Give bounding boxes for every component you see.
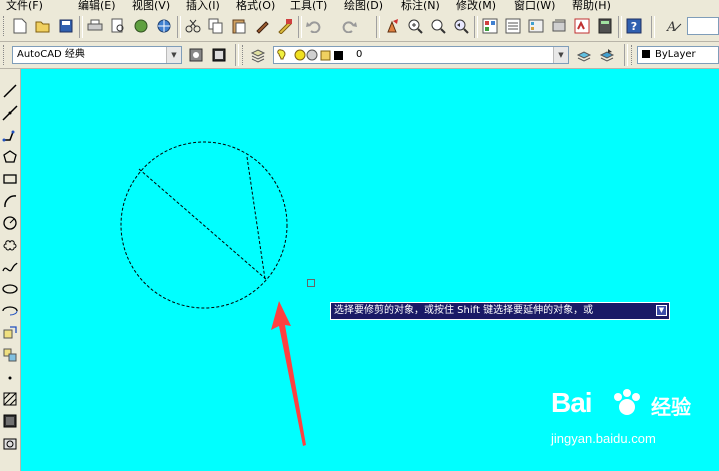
polyline-icon[interactable] <box>1 126 19 144</box>
dashed-chord[interactable] <box>138 168 268 281</box>
watermark-brand: Bai <box>551 387 593 418</box>
toolbar-grip[interactable] <box>242 45 246 65</box>
menu-draw[interactable]: 绘图(D) <box>344 0 383 12</box>
menu-tools[interactable]: 工具(T) <box>290 0 327 12</box>
spline-icon[interactable] <box>1 258 19 276</box>
menu-modify[interactable]: 修改(M) <box>456 0 496 12</box>
svg-text:A: A <box>666 20 676 34</box>
svg-text:?: ? <box>631 20 637 33</box>
baidu-watermark: Bai 经验 jingyan.baidu.com <box>551 387 719 457</box>
tool-palettes-icon[interactable] <box>526 16 546 36</box>
copy-icon[interactable] <box>206 16 226 36</box>
menu-bar: 文件(F) 编辑(E) 视图(V) 插入(I) 格式(O) 工具(T) 绘图(D… <box>0 0 719 12</box>
pickbox-cursor <box>307 279 315 287</box>
workspace-combo-value: AutoCAD 经典 <box>17 49 85 60</box>
hatch-icon[interactable] <box>1 390 19 408</box>
toolbar-grip[interactable] <box>3 45 7 65</box>
new-file-icon[interactable] <box>10 16 30 36</box>
design-center-icon[interactable] <box>503 16 523 36</box>
command-tooltip: 选择要修剪的对象，或按住 Shift 键选择要延伸的对象，或 ▼ <box>330 302 670 320</box>
text-style-icon[interactable]: A <box>664 16 684 36</box>
menu-view[interactable]: 视图(V) <box>132 0 170 12</box>
zoom-window-icon[interactable] <box>428 16 448 36</box>
paste-icon[interactable] <box>229 16 249 36</box>
insert-block-icon[interactable] <box>1 324 19 342</box>
command-tooltip-text: 选择要修剪的对象，或按住 Shift 键选择要延伸的对象，或 <box>334 305 594 316</box>
block-editor-icon[interactable] <box>275 16 295 36</box>
red-pointer-arrow <box>271 301 306 446</box>
layer-previous-icon[interactable] <box>597 45 617 65</box>
layers-toolbar: AutoCAD 经典 ▼ 0 ▼ ByLayer <box>0 42 719 69</box>
ellipse-arc-icon[interactable] <box>1 302 19 320</box>
menu-insert[interactable]: 插入(I) <box>186 0 220 12</box>
construction-line-icon[interactable] <box>1 104 19 122</box>
toolbar-grip[interactable] <box>631 45 635 65</box>
help-icon[interactable]: ? <box>624 16 644 36</box>
menu-file[interactable]: 文件(F) <box>6 0 43 12</box>
gradient-icon[interactable] <box>1 412 19 430</box>
point-icon[interactable] <box>1 368 19 386</box>
paw-logo-icon <box>614 389 640 415</box>
menu-edit[interactable]: 编辑(E) <box>78 0 116 12</box>
match-properties-icon[interactable] <box>252 16 272 36</box>
publish-icon[interactable] <box>131 16 151 36</box>
line-icon[interactable] <box>1 82 19 100</box>
print-icon[interactable] <box>85 16 105 36</box>
layer-combo[interactable]: 0 ▼ <box>273 46 569 64</box>
arc-icon[interactable] <box>1 192 19 210</box>
workspace-combo[interactable]: AutoCAD 经典 ▼ <box>12 46 182 64</box>
color-swatch <box>642 50 650 58</box>
make-object-layer-current-icon[interactable] <box>574 45 594 65</box>
sheet-set-icon[interactable] <box>549 16 569 36</box>
region-icon[interactable] <box>1 434 19 452</box>
workspace-settings-icon[interactable] <box>186 45 206 65</box>
redo-icon[interactable] <box>339 16 359 36</box>
chevron-down-icon: ▼ <box>166 47 181 63</box>
rectangle-icon[interactable] <box>1 170 19 188</box>
calculator-icon[interactable] <box>595 16 615 36</box>
color-combo-value: ByLayer <box>655 49 696 60</box>
cut-icon[interactable] <box>183 16 203 36</box>
dashed-radius-line[interactable] <box>246 156 266 280</box>
web-publish-icon[interactable] <box>154 16 174 36</box>
menu-format[interactable]: 格式(O) <box>236 0 275 12</box>
zoom-realtime-icon[interactable] <box>405 16 425 36</box>
zoom-previous-icon[interactable] <box>451 16 471 36</box>
text-style-combo[interactable] <box>687 17 719 35</box>
layer-manager-icon[interactable] <box>248 45 268 65</box>
drawing-canvas[interactable]: 选择要修剪的对象，或按住 Shift 键选择要延伸的对象，或 ▼ Bai 经验 … <box>21 69 719 471</box>
chevron-down-icon: ▼ <box>553 47 568 63</box>
color-combo[interactable]: ByLayer <box>637 46 719 64</box>
ellipse-icon[interactable] <box>1 280 19 298</box>
polygon-icon[interactable] <box>1 148 19 166</box>
draw-toolbar <box>0 69 21 471</box>
revision-cloud-icon[interactable] <box>1 236 19 254</box>
properties-icon[interactable] <box>480 16 500 36</box>
watermark-url: jingyan.baidu.com <box>551 431 656 446</box>
watermark-brand-cn: 经验 <box>651 395 691 419</box>
pan-realtime-icon[interactable] <box>382 16 402 36</box>
make-block-icon[interactable] <box>1 346 19 364</box>
open-file-icon[interactable] <box>33 16 53 36</box>
print-preview-icon[interactable] <box>108 16 128 36</box>
standard-toolbar: ? A <box>0 12 719 42</box>
menu-help[interactable]: 帮助(H) <box>572 0 611 12</box>
undo-icon[interactable] <box>304 16 324 36</box>
menu-dimension[interactable]: 标注(N) <box>401 0 440 12</box>
markup-set-icon[interactable] <box>572 16 592 36</box>
menu-window[interactable]: 窗口(W) <box>514 0 555 12</box>
toolbar-grip[interactable] <box>3 16 7 36</box>
layer-combo-value: 0 <box>356 49 363 60</box>
save-icon[interactable] <box>56 16 76 36</box>
layer-state-icons <box>277 49 343 61</box>
tooltip-arrow-down-icon[interactable]: ▼ <box>656 305 667 316</box>
workspace-save-icon[interactable] <box>209 45 229 65</box>
circle-icon[interactable] <box>1 214 19 232</box>
